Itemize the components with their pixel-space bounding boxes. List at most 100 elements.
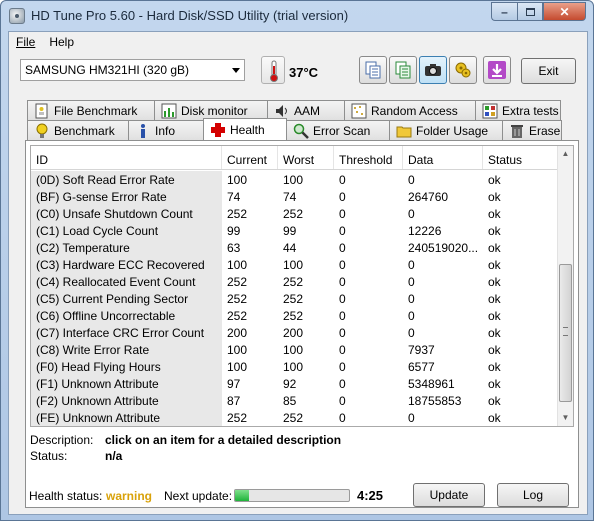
scrollbar-thumb[interactable] [559,264,572,402]
app-disk-icon [9,8,25,24]
close-button[interactable]: ✕ [543,2,586,21]
tab-file-benchmark[interactable]: File Benchmark [27,100,155,120]
table-row[interactable]: (0D) Soft Read Error Rate 100 100 0 0 ok [31,171,559,188]
cell-status: ok [488,258,501,272]
screenshot-button[interactable] [419,56,447,84]
cell-worst: 252 [283,207,304,221]
cell-id: (C6) Offline Uncorrectable [31,307,222,324]
lightbulb-icon [34,123,50,139]
cell-data: 240519020... [408,241,479,255]
menu-help-label: Help [49,35,75,49]
cell-threshold: 0 [339,241,346,255]
table-row[interactable]: (F2) Unknown Attribute 87 85 0 18755853 ok [31,392,559,409]
table-row[interactable]: (C0) Unsafe Shutdown Count 252 252 0 0 ok [31,205,559,222]
cell-id: (C1) Load Cycle Count [31,222,222,239]
table-row[interactable]: (BF) G-sense Error Rate 74 74 0 264760 ok [31,188,559,205]
column-header-current[interactable]: Current [222,146,278,169]
copy-all-button[interactable] [389,56,417,84]
table-row[interactable]: (C8) Write Error Rate 100 100 0 7937 ok [31,341,559,358]
cell-id: (FE) Unknown Attribute [31,409,222,426]
next-update-timer: 4:25 [357,488,384,503]
tab-random-access[interactable]: Random Access [344,100,476,120]
tab-extra-tests-label: Extra tests [502,103,559,118]
vertical-scrollbar[interactable]: ▲ ▼ [557,146,573,426]
description-value: click on an item for a detailed descript… [105,433,342,447]
table-row[interactable]: (C4) Reallocated Event Count 252 252 0 0 ok [31,273,559,290]
tab-row-bottom: Benchmark Info Health Error Scan Folder … [27,118,562,140]
tab-aam[interactable]: AAM [267,100,345,120]
cell-worst: 252 [283,309,304,323]
cell-data: 0 [408,326,415,340]
cell-data: 0 [408,411,415,425]
options-button[interactable] [449,56,477,84]
table-row[interactable]: (C3) Hardware ECC Recovered 100 100 0 0 ok [31,256,559,273]
table-row[interactable]: (FE) Unknown Attribute 252 252 0 0 ok [31,409,559,426]
table-header: ID Current Worst Threshold Data Status [31,146,559,170]
minimize-button[interactable]: – [491,2,517,21]
save-download-button[interactable] [483,56,511,84]
tab-error-scan[interactable]: Error Scan [286,120,390,140]
column-header-status[interactable]: Status [483,146,559,169]
scroll-up-icon[interactable]: ▲ [558,146,573,162]
copy-text-button[interactable] [359,56,387,84]
tab-folder-usage-label: Folder Usage [416,123,489,138]
tab-erase[interactable]: Erase [502,120,562,140]
table-row[interactable]: (F1) Unknown Attribute 97 92 0 5348961 ok [31,375,559,392]
table-row[interactable]: (C7) Interface CRC Error Count 200 200 0 0 ok [31,324,559,341]
cell-worst: 100 [283,173,304,187]
smart-table[interactable]: ID Current Worst Threshold Data Status (… [30,145,574,427]
cell-worst: 44 [283,241,297,255]
cell-status: ok [488,292,501,306]
cell-status: ok [488,241,501,255]
description-area: Description: click on an item for a deta… [30,433,341,465]
cell-worst: 74 [283,190,297,204]
table-row[interactable]: (F0) Head Flying Hours 100 100 0 6577 ok [31,358,559,375]
description-label: Description: [30,433,94,447]
magnifier-icon [293,123,309,139]
window-title: HD Tune Pro 5.60 - Hard Disk/SSD Utility… [31,8,349,23]
cell-status: ok [488,377,501,391]
tab-info[interactable]: Info [128,120,204,140]
status-footer: Health status: warning Next update: 4:25… [9,480,587,516]
status-value: n/a [105,449,123,463]
cell-data: 0 [408,275,415,289]
update-button[interactable]: Update [413,483,485,507]
cell-current: 200 [227,326,248,340]
table-row[interactable]: (C1) Load Cycle Count 99 99 0 12226 ok [31,222,559,239]
column-header-data[interactable]: Data [403,146,483,169]
menu-help[interactable]: Help [42,32,81,52]
column-header-threshold[interactable]: Threshold [334,146,403,169]
table-row[interactable]: (C2) Temperature 63 44 0 240519020... ok [31,239,559,256]
table-row[interactable]: (C5) Current Pending Sector 252 252 0 0 ok [31,290,559,307]
scroll-down-icon[interactable]: ▼ [558,410,573,426]
health-status-label: Health status: [29,489,103,503]
exit-button[interactable]: Exit [521,58,576,84]
table-row[interactable]: (C6) Offline Uncorrectable 252 252 0 0 ok [31,307,559,324]
menu-file-label: File [16,35,36,49]
menu-file[interactable]: File [9,32,42,52]
drive-select[interactable]: SAMSUNG HM321HI (320 gB) [20,59,245,81]
cell-status: ok [488,190,501,204]
cell-status: ok [488,275,501,289]
log-button[interactable]: Log [497,483,569,507]
tab-health[interactable]: Health [203,118,287,140]
tab-benchmark[interactable]: Benchmark [27,120,129,140]
cell-data: 0 [408,207,415,221]
next-update-progress [234,489,350,502]
column-header-id[interactable]: ID [31,146,222,169]
cell-current: 252 [227,207,248,221]
health-cross-icon [210,122,226,138]
tab-disk-monitor[interactable]: Disk monitor [154,100,268,120]
maximize-button[interactable] [517,2,543,21]
column-header-worst[interactable]: Worst [278,146,334,169]
cell-threshold: 0 [339,207,346,221]
cell-status: ok [488,173,501,187]
tab-folder-usage[interactable]: Folder Usage [389,120,503,140]
thermometer-icon [261,56,285,84]
tab-extra-tests[interactable]: Extra tests [475,100,561,120]
title-bar[interactable]: HD Tune Pro 5.60 - Hard Disk/SSD Utility… [1,1,593,31]
cell-id: (C0) Unsafe Shutdown Count [31,205,222,222]
copy-icon [365,61,381,79]
cell-worst: 99 [283,224,297,238]
cell-threshold: 0 [339,258,346,272]
